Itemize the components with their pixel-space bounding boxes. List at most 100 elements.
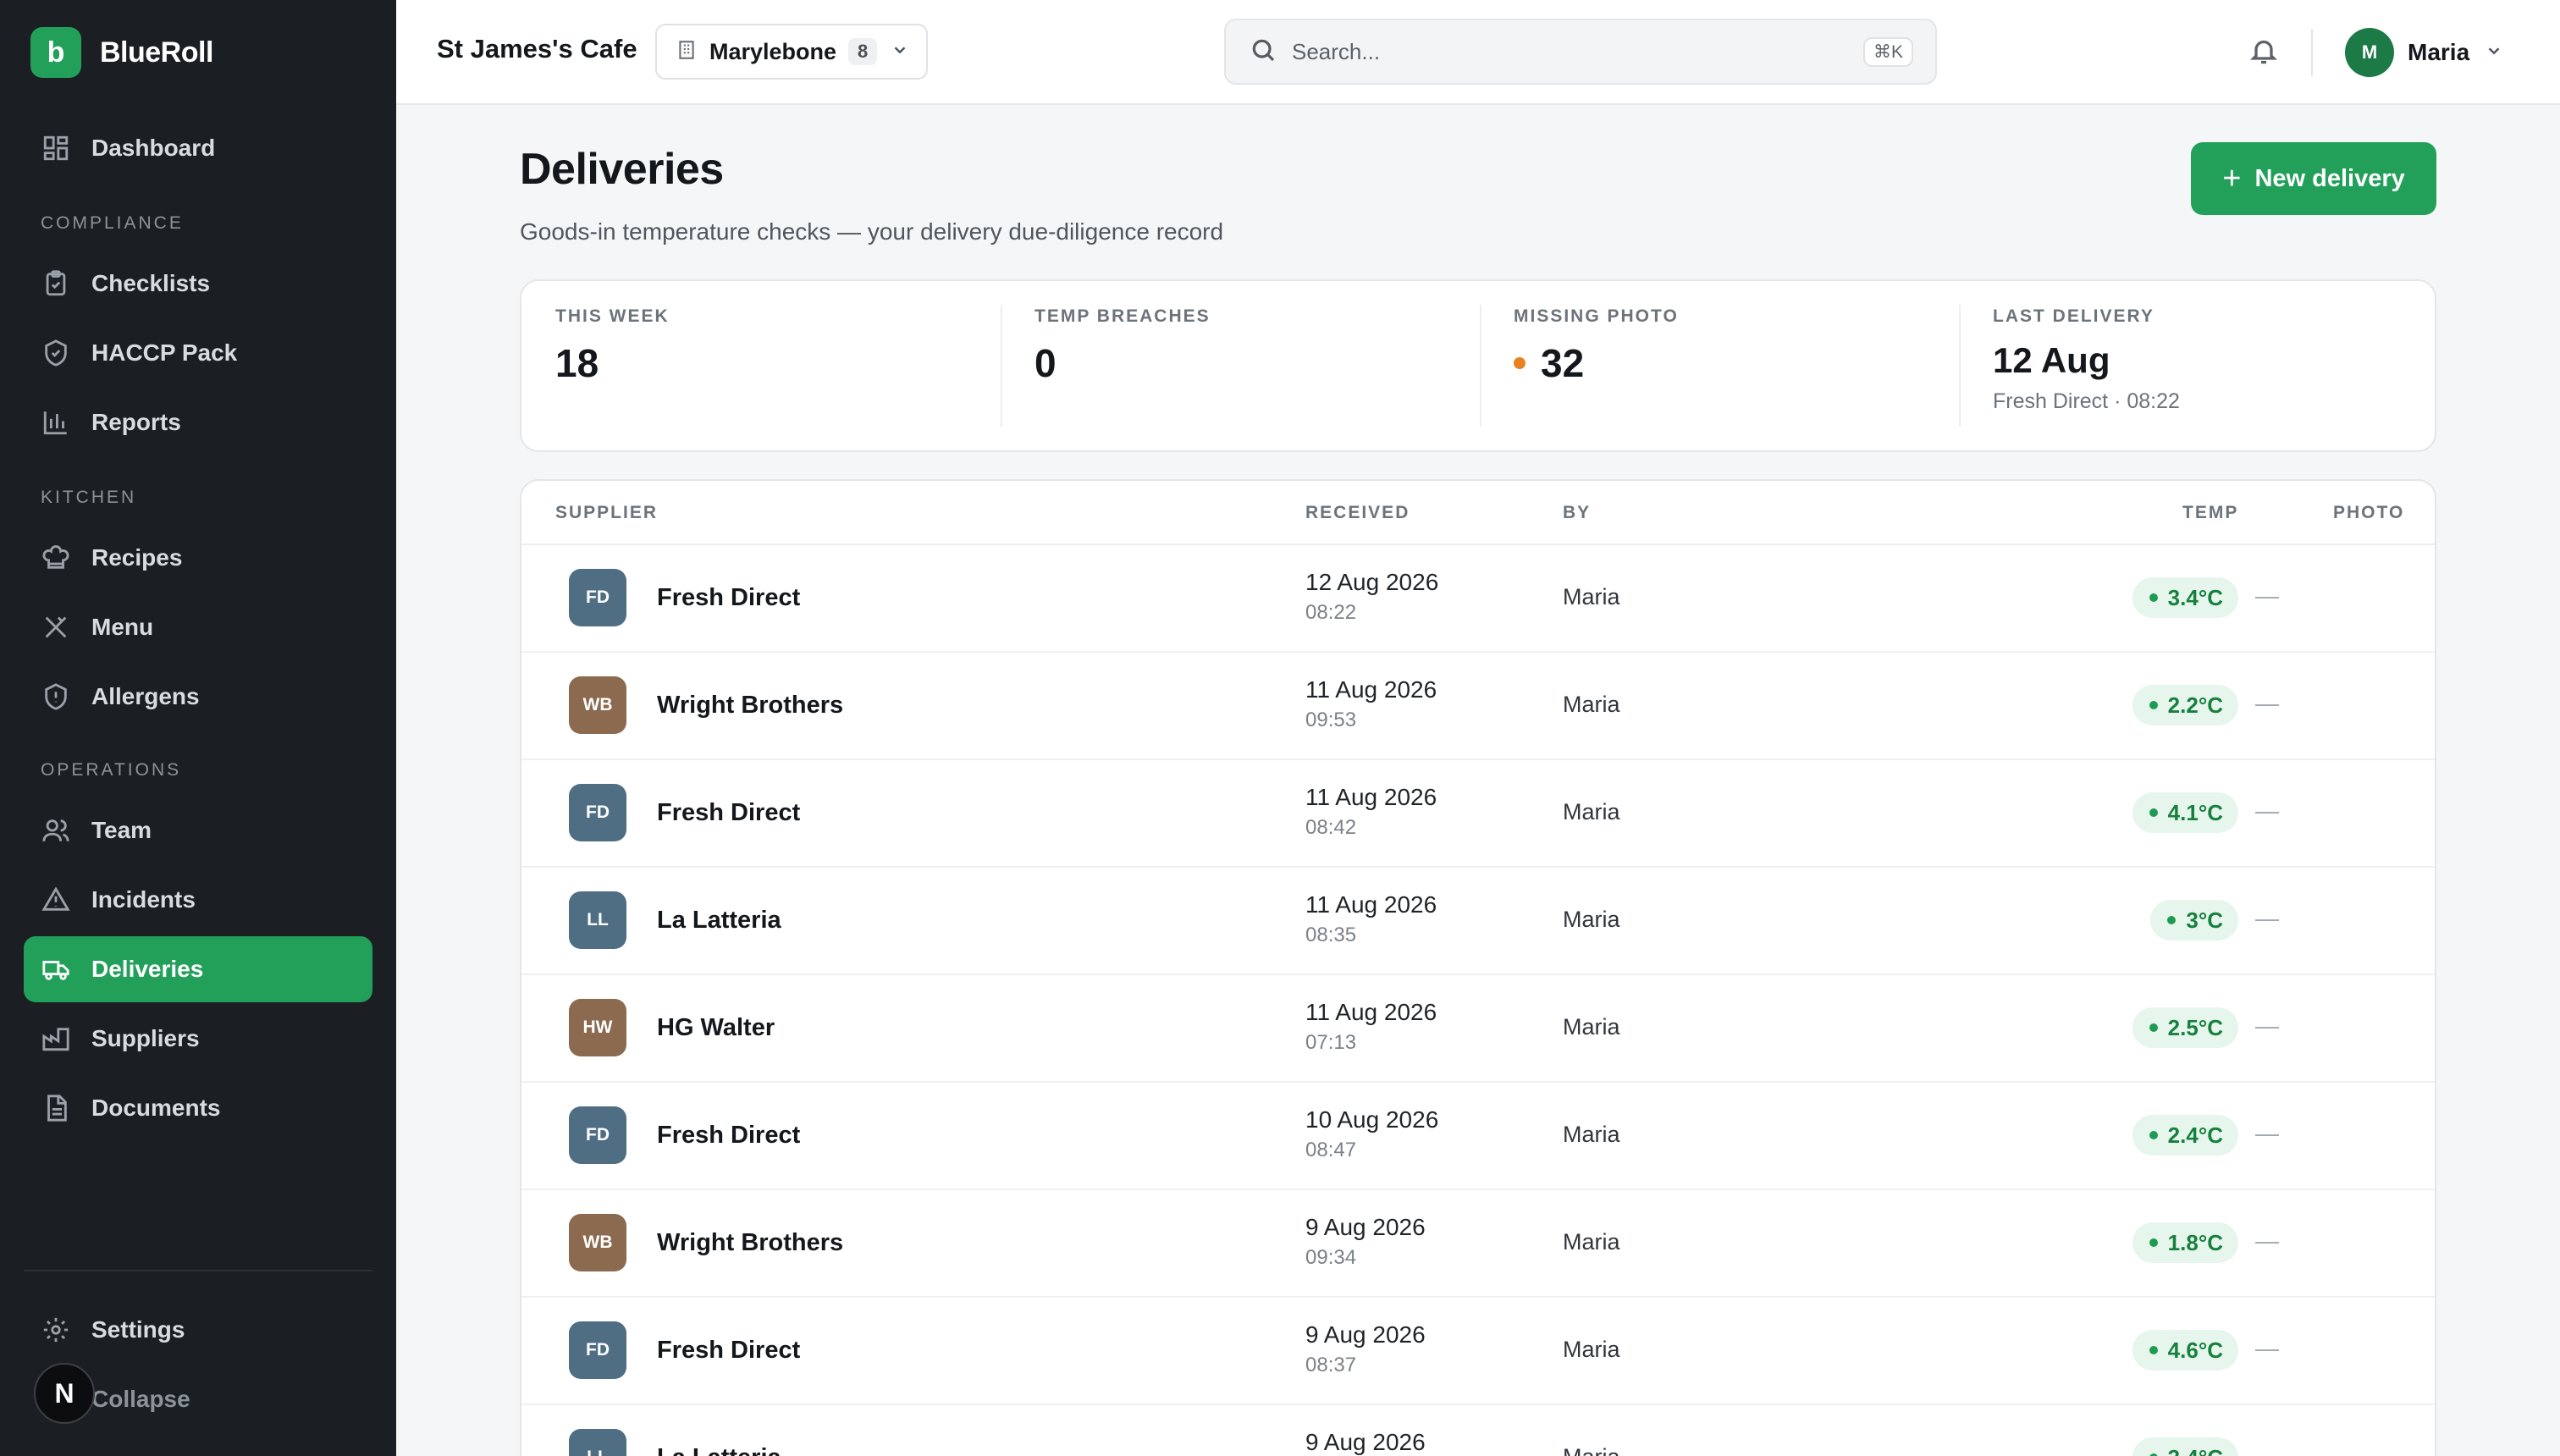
temp-value: 2.2°C [2167, 692, 2223, 718]
sidebar-item-team[interactable]: Team [24, 797, 372, 863]
sidebar: b BlueRoll Dashboard COMPLIANCE Checklis… [0, 0, 396, 1456]
search-icon [1250, 36, 1277, 68]
photo-status: — [2255, 690, 2279, 716]
site-count-badge: 8 [848, 38, 878, 65]
supplier-avatar: FD [569, 1321, 626, 1379]
sidebar-item-reports[interactable]: Reports [24, 389, 372, 455]
supplier-avatar: HW [569, 999, 626, 1056]
user-menu[interactable]: M Maria [2345, 27, 2503, 78]
users-icon [41, 815, 71, 846]
received-by: Maria [1563, 1229, 1620, 1255]
column-header-by[interactable]: BY [1563, 503, 1591, 523]
sidebar-item-suppliers[interactable]: Suppliers [24, 1006, 372, 1072]
photo-status: — [2255, 582, 2279, 609]
temp-value: 4.1°C [2167, 799, 2223, 825]
photo-status: — [2255, 1120, 2279, 1146]
chevron-down-icon [2485, 41, 2503, 64]
sidebar-item-haccp-pack[interactable]: HACCP Pack [24, 320, 372, 386]
table-header: SUPPLIER RECEIVED BY TEMP PHOTO [521, 481, 2435, 545]
table-row[interactable]: LL La Latteria 11 Aug 2026 08:35 Maria 3°C — [521, 868, 2435, 975]
temp-value: 2.5°C [2167, 1014, 2223, 1040]
page-subtitle: Goods-in temperature checks — your deliv… [520, 218, 1224, 245]
cafe-name: St James's Cafe [437, 34, 637, 63]
stats-card: THIS WEEK 18 TEMP BREACHES 0 MISSING PHO… [520, 279, 2436, 452]
temp-badge: 3°C [2150, 900, 2238, 940]
stat-value-text: 12 Aug [1993, 340, 2110, 380]
site-selector[interactable]: Marylebone 8 [655, 24, 928, 80]
temp-badge: 3.4°C [2132, 577, 2238, 618]
table-row[interactable]: LL La Latteria 9 Aug 2026 Maria 3.4°C — [521, 1405, 2435, 1456]
chef-hat-icon [41, 543, 71, 573]
received-by: Maria [1563, 799, 1620, 825]
sidebar-item-recipes[interactable]: Recipes [24, 525, 372, 591]
temp-value: 2.4°C [2167, 1122, 2223, 1148]
brand[interactable]: b BlueRoll [30, 27, 213, 78]
received-time: 07:13 [1305, 1031, 1357, 1054]
shield-alert-icon [41, 681, 71, 712]
clipboard-check-icon [41, 268, 71, 299]
new-delivery-button[interactable]: + New delivery [2191, 142, 2436, 215]
sidebar-item-label: Suppliers [91, 1025, 200, 1051]
photo-status: — [2255, 905, 2279, 931]
photo-status: — [2255, 1012, 2279, 1039]
received-by: Maria [1563, 692, 1620, 717]
brand-name: BlueRoll [100, 36, 213, 69]
notifications-button[interactable] [2248, 36, 2282, 69]
utensils-crossed-icon [41, 612, 71, 643]
table-row[interactable]: FD Fresh Direct 12 Aug 2026 08:22 Maria 3.4°C… [521, 545, 2435, 653]
sidebar-item-label: HACCP Pack [91, 339, 238, 366]
table-row[interactable]: WB Wright Brothers 11 Aug 2026 09:53 Maria 2.… [521, 653, 2435, 760]
sidebar-item-checklists[interactable]: Checklists [24, 251, 372, 317]
table-row[interactable]: HW HG Walter 11 Aug 2026 07:13 Maria 2.5°C — [521, 975, 2435, 1083]
sidebar-item-dashboard[interactable]: Dashboard [24, 115, 372, 181]
supplier-name: Wright Brothers [657, 1229, 844, 1256]
temp-value: 3.4°C [2168, 1445, 2223, 1456]
sidebar-item-menu[interactable]: Menu [24, 594, 372, 660]
column-header-received[interactable]: RECEIVED [1305, 503, 1410, 523]
temp-value: 3.4°C [2167, 584, 2223, 610]
table-row[interactable]: FD Fresh Direct 10 Aug 2026 08:47 Maria 2.4°C… [521, 1083, 2435, 1190]
stat-this-week: THIS WEEK 18 [555, 306, 670, 432]
table-row[interactable]: FD Fresh Direct 11 Aug 2026 08:42 Maria 4.1°C… [521, 760, 2435, 868]
column-header-photo[interactable]: PHOTO [2333, 503, 2404, 523]
plus-icon: + [2222, 161, 2242, 196]
floating-action-button[interactable]: N [34, 1363, 95, 1424]
supplier-avatar: WB [569, 1214, 626, 1271]
sidebar-item-label: Reports [91, 409, 181, 435]
received-date: 9 Aug 2026 [1305, 1429, 1426, 1455]
shield-check-icon [41, 338, 71, 368]
search-input[interactable] [1292, 38, 1834, 65]
sidebar-item-label: Checklists [91, 270, 211, 296]
brand-logo: b [30, 27, 81, 78]
sidebar-item-label: Recipes [91, 544, 183, 571]
sidebar-item-incidents[interactable]: Incidents [24, 867, 372, 933]
stat-value: 32 [1514, 340, 1679, 386]
sidebar-item-allergens[interactable]: Allergens [24, 664, 372, 730]
supplier-avatar: FD [569, 569, 626, 626]
sidebar-item-deliveries[interactable]: Deliveries [24, 936, 372, 1002]
supplier-name: Fresh Direct [657, 799, 801, 826]
status-dot-icon [2149, 1238, 2158, 1247]
received-by: Maria [1563, 1122, 1620, 1147]
column-header-temp[interactable]: TEMP [2182, 503, 2238, 523]
received-by: Maria [1563, 907, 1620, 932]
photo-status: — [2255, 1335, 2279, 1361]
sidebar-item-documents[interactable]: Documents [24, 1075, 372, 1141]
table-row[interactable]: FD Fresh Direct 9 Aug 2026 08:37 Maria 4.6°C — [521, 1298, 2435, 1405]
stat-label: TEMP BREACHES [1034, 306, 1211, 326]
warning-dot-icon [1514, 357, 1526, 369]
sidebar-item-settings[interactable]: Settings [24, 1297, 372, 1363]
received-time: 08:42 [1305, 816, 1357, 839]
supplier-avatar: LL [569, 1429, 626, 1456]
supplier-avatar: WB [569, 676, 626, 734]
received-time: 09:34 [1305, 1246, 1357, 1269]
table-row[interactable]: WB Wright Brothers 9 Aug 2026 09:34 Maria 1.8… [521, 1190, 2435, 1298]
received-by: Maria [1563, 1014, 1620, 1040]
avatar: M [2345, 28, 2394, 77]
sidebar-item-label: Menu [91, 614, 154, 640]
deliveries-table: SUPPLIER RECEIVED BY TEMP PHOTO FD Fresh … [520, 479, 2436, 1456]
column-header-supplier[interactable]: SUPPLIER [555, 503, 658, 523]
file-text-icon [41, 1093, 71, 1123]
photo-status: — [2255, 797, 2279, 824]
new-delivery-label: New delivery [2254, 164, 2405, 192]
